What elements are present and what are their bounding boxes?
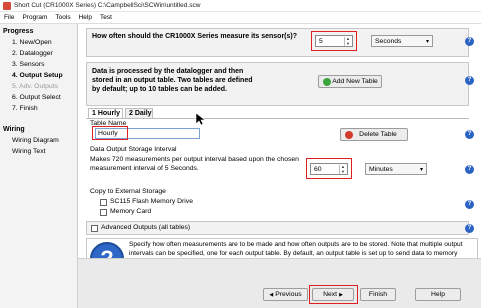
- menu-tools[interactable]: Tools: [55, 14, 70, 21]
- tables-info-text: Data is processed by the datalogger and …: [92, 68, 253, 93]
- progress-heading: Progress: [3, 28, 34, 35]
- add-new-table-button[interactable]: Add New Table: [318, 75, 382, 88]
- storage-header: Data Output Storage Interval: [90, 146, 177, 153]
- chevron-down-icon: ▾: [425, 39, 429, 45]
- add-icon: [323, 78, 331, 86]
- help-icon[interactable]: ?: [465, 165, 474, 174]
- highlight-box: [306, 158, 352, 179]
- help-icon[interactable]: ?: [465, 76, 474, 85]
- menu-bar: File Program Tools Help Test: [0, 12, 481, 24]
- previous-arrow-icon: ◀: [269, 292, 274, 298]
- sidebar-item-output-select[interactable]: 6. Output Select: [12, 94, 61, 101]
- sidebar-item-datalogger[interactable]: 2. Datalogger: [12, 50, 53, 57]
- highlight-box: [309, 285, 358, 304]
- previous-button[interactable]: ◀ Previous: [263, 288, 308, 301]
- menu-file[interactable]: File: [4, 14, 14, 21]
- sc115-label: SC115 Flash Memory Drive: [110, 198, 193, 205]
- chevron-down-icon: ▾: [419, 167, 423, 173]
- memory-card-checkbox[interactable]: [100, 209, 107, 216]
- sidebar: Progress 1. New/Open 2. Datalogger 3. Se…: [0, 24, 78, 308]
- tab-divider: [86, 118, 469, 119]
- delete-table-label: Delete Table: [359, 131, 397, 138]
- tables-info-panel: Data is processed by the datalogger and …: [86, 62, 469, 106]
- menu-program[interactable]: Program: [22, 14, 47, 21]
- help-icon[interactable]: ?: [465, 37, 474, 46]
- cursor-icon: [195, 112, 205, 126]
- storage-unit-value: Minutes: [369, 165, 393, 173]
- sidebar-item-adv-outputs: 5. Adv. Outputs: [12, 83, 58, 90]
- window-title: Short Cut (CR1000X Series) C:\CampbellSc…: [14, 2, 201, 9]
- storage-description: Makes 720 measurements per output interv…: [90, 156, 299, 172]
- storage-unit-select[interactable]: Minutes ▾: [365, 163, 427, 175]
- sidebar-item-wiring-text[interactable]: Wiring Text: [12, 148, 46, 155]
- sidebar-item-finish[interactable]: 7. Finish: [12, 105, 38, 112]
- measure-unit-value: Seconds: [375, 37, 402, 45]
- measure-unit-select[interactable]: Seconds ▾: [371, 35, 433, 47]
- sidebar-item-sensors[interactable]: 3. Sensors: [12, 61, 45, 68]
- help-icon[interactable]: ?: [465, 224, 474, 233]
- delete-table-button[interactable]: Delete Table: [340, 128, 408, 141]
- sc115-checkbox[interactable]: [100, 199, 107, 206]
- delete-icon: [345, 131, 353, 139]
- title-bar: Short Cut (CR1000X Series) C:\CampbellSc…: [0, 0, 481, 12]
- sidebar-item-wiring-diagram[interactable]: Wiring Diagram: [12, 137, 59, 144]
- advanced-outputs-checkbox[interactable]: [91, 225, 98, 232]
- app-icon: [3, 2, 11, 10]
- wiring-heading: Wiring: [3, 126, 25, 133]
- tab-hourly[interactable]: 1 Hourly: [88, 108, 123, 118]
- finish-button[interactable]: Finish: [360, 288, 396, 301]
- tab-daily[interactable]: 2 Daily: [125, 108, 153, 118]
- advanced-outputs-label: Advanced Outputs (all tables): [101, 224, 191, 231]
- previous-label: Previous: [275, 291, 302, 298]
- memory-card-label: Memory Card: [110, 208, 152, 215]
- help-icon[interactable]: ?: [465, 130, 474, 139]
- sidebar-item-new-open[interactable]: 1. New/Open: [12, 39, 52, 46]
- help-button[interactable]: Help: [415, 288, 461, 301]
- menu-help[interactable]: Help: [79, 14, 92, 21]
- highlight-box: [92, 126, 128, 140]
- measure-question: How often should the CR1000X Series meas…: [92, 33, 298, 40]
- external-storage-header: Copy to External Storage: [90, 188, 166, 195]
- sidebar-item-output-setup[interactable]: 4. Output Setup: [12, 72, 63, 79]
- highlight-box: [311, 31, 357, 51]
- menu-test[interactable]: Test: [100, 14, 112, 21]
- help-icon[interactable]: ?: [465, 200, 474, 209]
